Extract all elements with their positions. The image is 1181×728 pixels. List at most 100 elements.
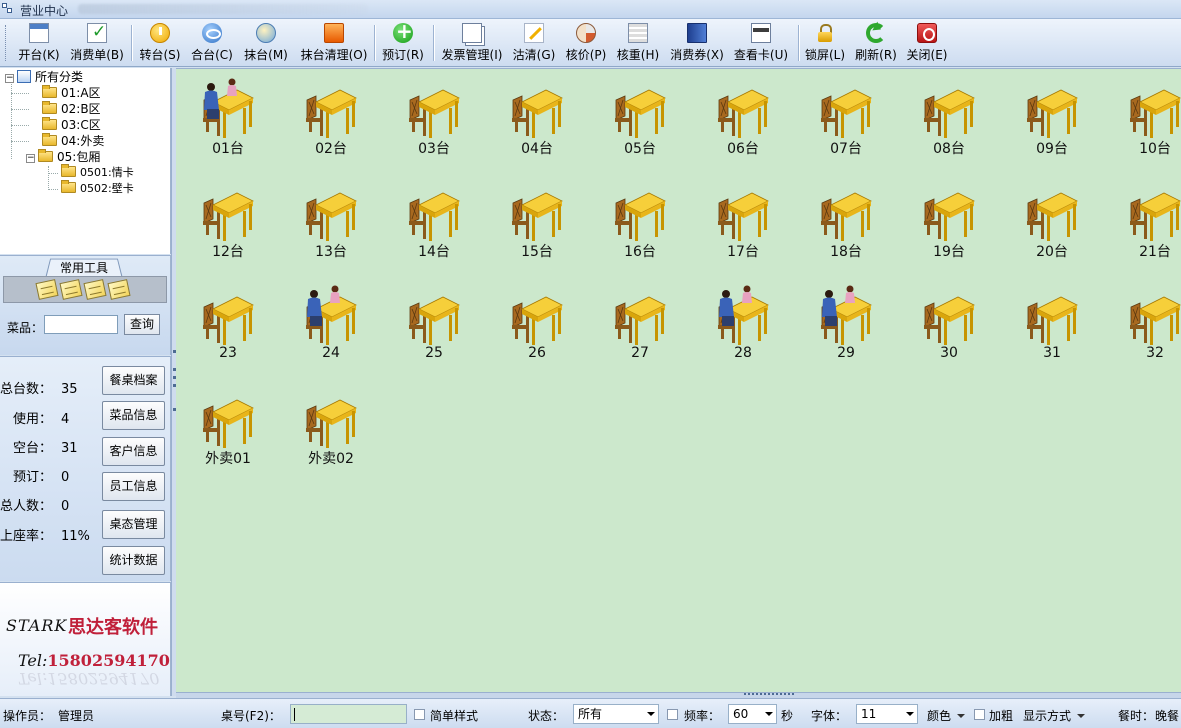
- folder-icon: [42, 101, 57, 114]
- stat-reserved: 预订： 0: [12, 470, 70, 485]
- toolbar-button[interactable]: 转台(S): [137, 22, 183, 64]
- dining-table[interactable]: 06台: [703, 74, 783, 164]
- dining-table[interactable]: 13台: [291, 177, 371, 267]
- folder-icon: [42, 85, 57, 98]
- frequency-checkbox[interactable]: [667, 709, 678, 720]
- dining-table[interactable]: 24: [291, 281, 371, 371]
- brand-name-cn: 思达客软件: [68, 617, 158, 638]
- dining-table[interactable]: 27: [600, 281, 680, 371]
- note-icon[interactable]: [35, 279, 59, 300]
- toolbar-button[interactable]: 消费券(X): [668, 22, 726, 64]
- bold-checkbox[interactable]: [974, 709, 985, 720]
- table-icon: [718, 89, 769, 138]
- toolbar-button[interactable]: 刷新(R): [852, 22, 900, 64]
- table-label: 04台: [521, 141, 553, 157]
- table-archive-button[interactable]: 餐桌档案: [102, 366, 165, 395]
- dining-table[interactable]: 15台: [497, 177, 577, 267]
- tree-node-label: 01:A区: [61, 86, 101, 100]
- dining-table[interactable]: 04台: [497, 74, 577, 164]
- dining-table[interactable]: 29: [806, 281, 886, 371]
- dining-table[interactable]: 28: [703, 281, 783, 371]
- customer-info-button[interactable]: 客户信息: [102, 437, 165, 466]
- dining-table[interactable]: 03台: [394, 74, 474, 164]
- dining-table[interactable]: 05台: [600, 74, 680, 164]
- note-icon[interactable]: [83, 279, 107, 300]
- dining-table[interactable]: 18台: [806, 177, 886, 267]
- dining-table[interactable]: 25: [394, 281, 474, 371]
- dish-search-input[interactable]: [44, 315, 118, 334]
- status-select[interactable]: 所有: [573, 704, 659, 724]
- statistics-button[interactable]: 统计数据: [102, 546, 165, 575]
- dining-table[interactable]: 16台: [600, 177, 680, 267]
- toolbar-button-label: 转台(S): [139, 48, 181, 62]
- display-mode-dropdown[interactable]: 显示方式: [1023, 707, 1086, 724]
- tree-node-private-room[interactable]: − 05:包厢: [26, 149, 100, 165]
- dining-table[interactable]: 08台: [909, 74, 989, 164]
- dining-table[interactable]: 30: [909, 281, 989, 371]
- toolbar-grip[interactable]: [5, 25, 8, 61]
- table-icon: [1027, 89, 1078, 138]
- table-label: 31: [1043, 345, 1061, 361]
- dining-table[interactable]: 12台: [188, 177, 268, 267]
- tree-root[interactable]: − 所有分类: [5, 69, 83, 85]
- dining-table[interactable]: 01台: [188, 74, 268, 164]
- collapse-icon[interactable]: −: [5, 74, 14, 83]
- table-icon: [203, 89, 254, 138]
- toolbar-button[interactable]: 预订(R): [380, 19, 426, 64]
- toolbar-button[interactable]: 核重(H): [614, 22, 662, 64]
- toolbar-button[interactable]: 开台(K): [13, 22, 65, 64]
- dining-table[interactable]: 20台: [1012, 177, 1092, 267]
- toolbar-button[interactable]: 锁屏(L): [803, 22, 847, 64]
- table-label: 26: [528, 345, 546, 361]
- dining-table[interactable]: 09台: [1012, 74, 1092, 164]
- toolbar-button[interactable]: 发票管理(I): [439, 22, 505, 64]
- stat-occupancy: 上座率： 11%: [0, 529, 90, 544]
- toolbar-button[interactable]: 抹台清理(O): [297, 22, 371, 64]
- dining-table[interactable]: 10台: [1115, 74, 1181, 164]
- note-icon[interactable]: [107, 279, 131, 300]
- tree-node-a[interactable]: 01:A区: [42, 85, 101, 101]
- table-label: 外卖01: [205, 451, 251, 467]
- dining-table[interactable]: 23: [188, 281, 268, 371]
- table-status-button[interactable]: 桌态管理: [102, 510, 165, 539]
- dining-table[interactable]: 21台: [1115, 177, 1181, 267]
- toolbar-button[interactable]: 消费单(B): [68, 22, 126, 64]
- tree-node-b[interactable]: 02:B区: [42, 101, 101, 117]
- dining-table[interactable]: 31: [1012, 281, 1092, 371]
- frequency-select[interactable]: 60: [728, 704, 777, 724]
- staff-info-button[interactable]: 员工信息: [102, 472, 165, 501]
- tree-node-takeout[interactable]: 04:外卖: [42, 133, 104, 149]
- toolbar-button[interactable]: 合台(C): [188, 22, 236, 64]
- chevron-down-icon: [906, 712, 914, 720]
- toolbar-button[interactable]: 抹台(M): [240, 22, 292, 64]
- tree-node-0501[interactable]: 0501:情卡: [61, 164, 134, 181]
- tree-node-0502[interactable]: 0502:壁卡: [61, 180, 134, 197]
- toolbar-button-label: 刷新(R): [855, 48, 897, 62]
- dining-table[interactable]: 02台: [291, 74, 371, 164]
- tree-node-c[interactable]: 03:C区: [42, 117, 101, 133]
- toolbar-button[interactable]: 查看卡(U): [731, 22, 791, 64]
- dining-table[interactable]: 14台: [394, 177, 474, 267]
- dining-table[interactable]: 26: [497, 281, 577, 371]
- color-dropdown[interactable]: 颜色: [927, 707, 966, 724]
- collapse-icon[interactable]: −: [26, 154, 35, 163]
- dining-table[interactable]: 32: [1115, 281, 1181, 371]
- table-no-input[interactable]: [290, 704, 407, 724]
- dining-table[interactable]: 17台: [703, 177, 783, 267]
- dish-info-button[interactable]: 菜品信息: [102, 401, 165, 430]
- font-size-select[interactable]: 11: [856, 704, 918, 724]
- toolbar-button[interactable]: 核价(P): [563, 22, 609, 64]
- splitter-grip-icon[interactable]: [744, 693, 794, 697]
- simple-style-checkbox[interactable]: [414, 709, 425, 720]
- toolbar-button[interactable]: 关闭(E): [905, 22, 949, 64]
- dining-table[interactable]: 19台: [909, 177, 989, 267]
- query-button[interactable]: 查询: [124, 314, 160, 335]
- tools-tab-label: 常用工具: [59, 261, 108, 275]
- table-icon: [1027, 192, 1078, 241]
- dining-table[interactable]: 外卖02: [291, 384, 371, 474]
- dining-table[interactable]: 外卖01: [188, 384, 268, 474]
- toolbar-button[interactable]: 沽清(G): [510, 22, 558, 64]
- note-icon[interactable]: [59, 279, 83, 300]
- dining-table[interactable]: 07台: [806, 74, 886, 164]
- table-icon: [1130, 296, 1181, 345]
